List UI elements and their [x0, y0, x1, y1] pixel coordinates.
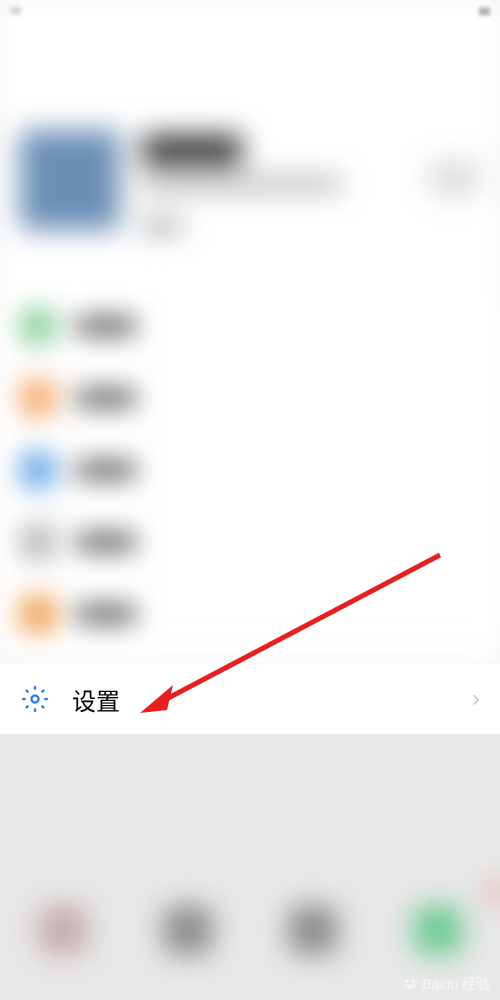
- badge-dot: [490, 886, 500, 900]
- item-label: [76, 317, 136, 335]
- avatar[interactable]: [20, 130, 120, 230]
- profile-subtext: [142, 177, 342, 191]
- settings-label: 设置: [72, 682, 120, 717]
- list-item[interactable]: [0, 434, 500, 506]
- tab-item[interactable]: [414, 906, 462, 954]
- item-icon: [20, 308, 56, 344]
- tab-item[interactable]: [39, 906, 87, 954]
- list-item[interactable]: [0, 506, 500, 578]
- settings-row[interactable]: 设置 ›: [0, 664, 500, 734]
- status-bar: 30 ▮▮: [0, 0, 500, 22]
- profile-badge[interactable]: [428, 160, 480, 196]
- profile-subtext2: [142, 219, 182, 233]
- tab-bar: [0, 890, 500, 970]
- watermark: Baidu 经验: [402, 974, 490, 994]
- item-icon: [20, 524, 56, 560]
- menu-list: [0, 290, 500, 650]
- item-label: [76, 461, 136, 479]
- item-icon: [20, 452, 56, 488]
- paw-icon: [402, 976, 418, 992]
- list-item[interactable]: [0, 578, 500, 650]
- tab-item[interactable]: [164, 906, 212, 954]
- chevron-right-icon: ›: [472, 685, 480, 713]
- item-label: [76, 389, 136, 407]
- gear-icon: [20, 684, 50, 714]
- tab-item[interactable]: [289, 906, 337, 954]
- watermark-text: Baidu 经验: [422, 974, 490, 994]
- status-right: ▮▮: [479, 6, 490, 17]
- item-icon: [20, 380, 56, 416]
- item-label: [76, 605, 136, 623]
- list-item[interactable]: [0, 362, 500, 434]
- username: [142, 135, 242, 165]
- list-item[interactable]: [0, 290, 500, 362]
- profile-info: [142, 135, 342, 233]
- status-left: 30: [10, 6, 21, 17]
- item-icon: [20, 596, 56, 632]
- profile-section[interactable]: [0, 130, 500, 280]
- item-label: [76, 533, 136, 551]
